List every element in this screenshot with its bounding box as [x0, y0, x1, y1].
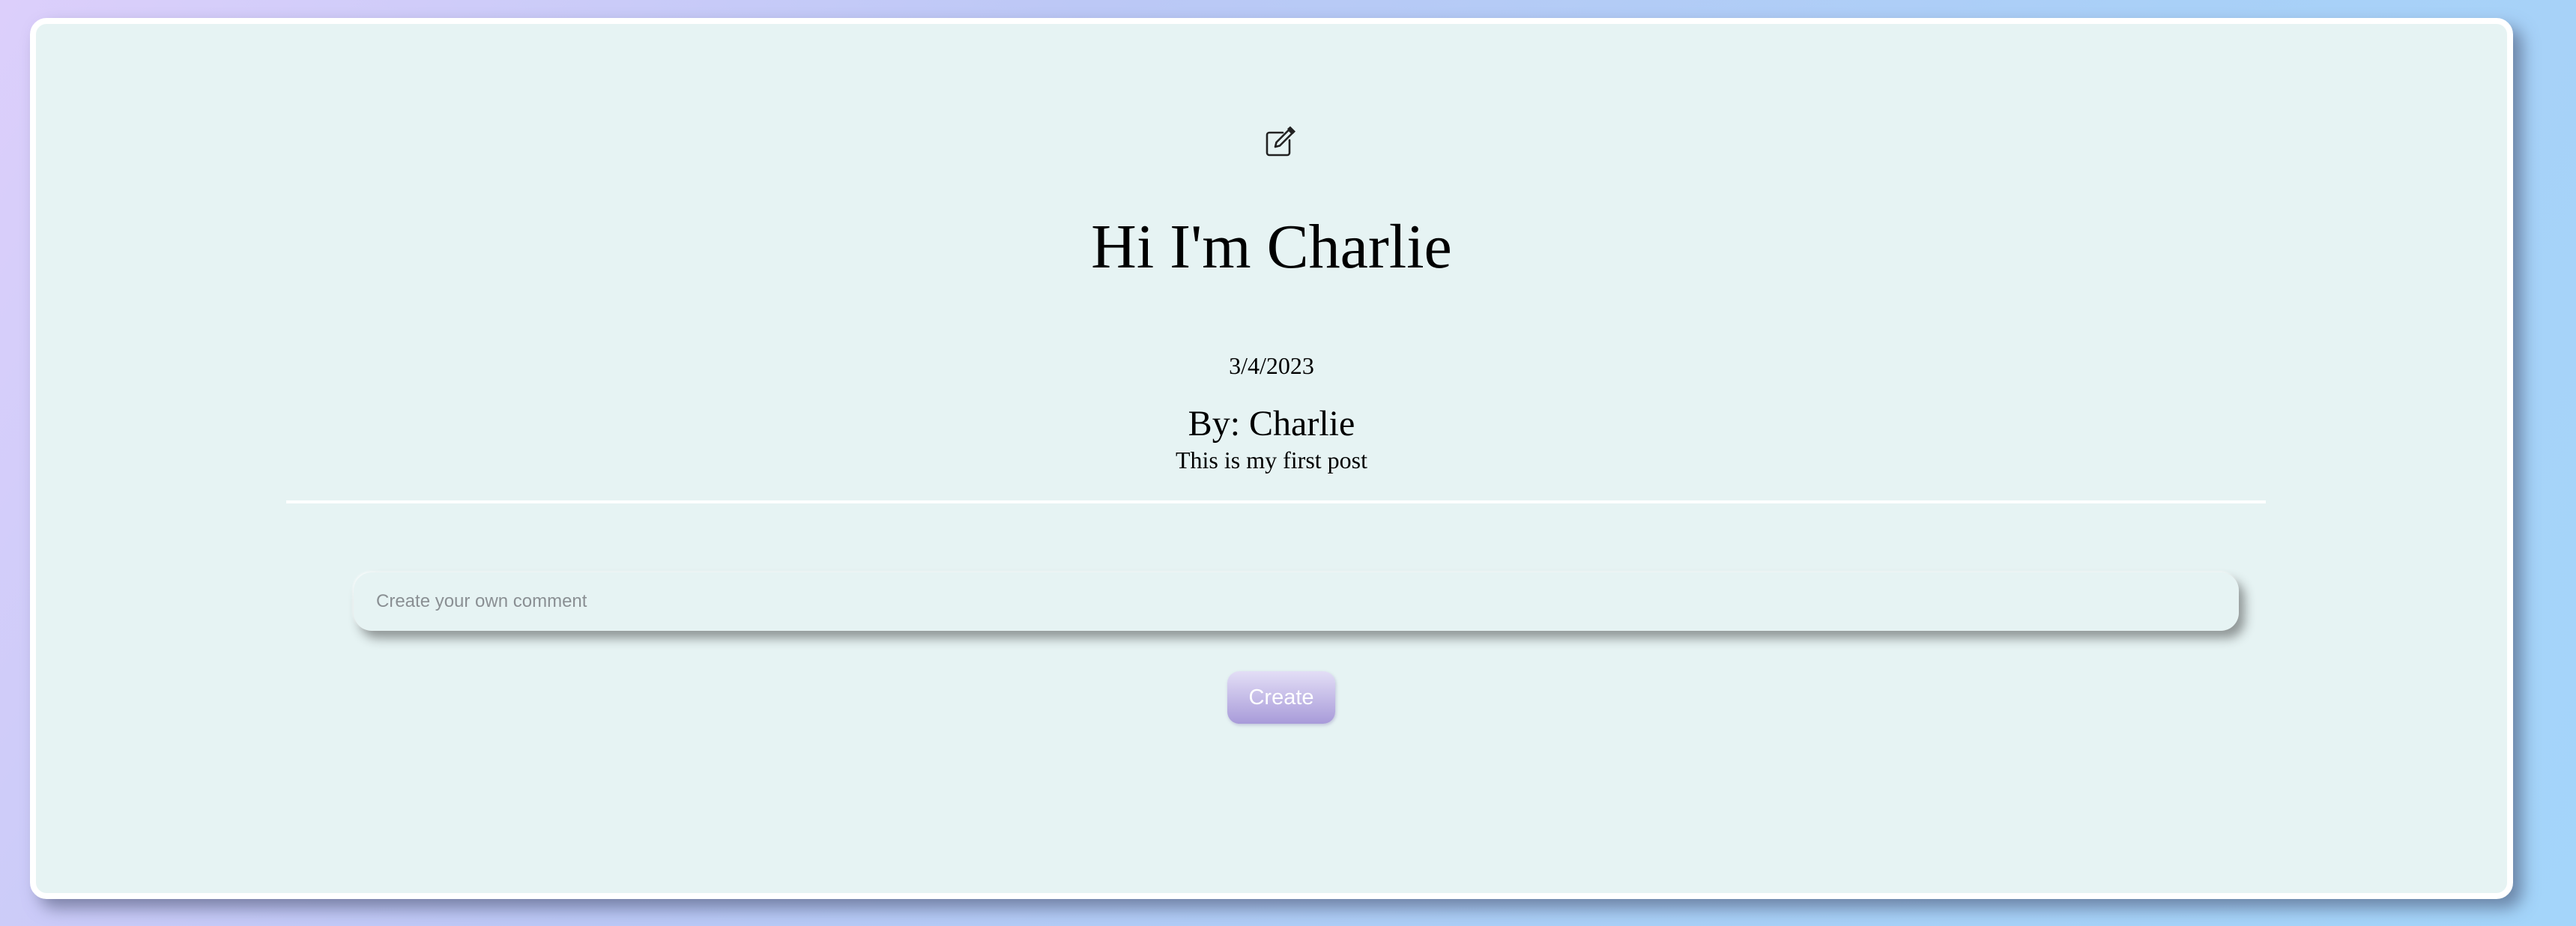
post-date: 3/4/2023 — [1229, 352, 1314, 379]
divider — [286, 500, 2266, 503]
edit-icon[interactable] — [1263, 126, 1296, 159]
post-body: This is my first post — [1175, 447, 1367, 473]
post-title: Hi I'm Charlie — [1091, 212, 1452, 282]
comment-input[interactable] — [354, 572, 2239, 631]
create-button[interactable]: Create — [1227, 671, 1335, 724]
post-author: By: Charlie — [1188, 404, 1355, 444]
post-card: Hi I'm Charlie 3/4/2023 By: Charlie This… — [30, 18, 2513, 899]
